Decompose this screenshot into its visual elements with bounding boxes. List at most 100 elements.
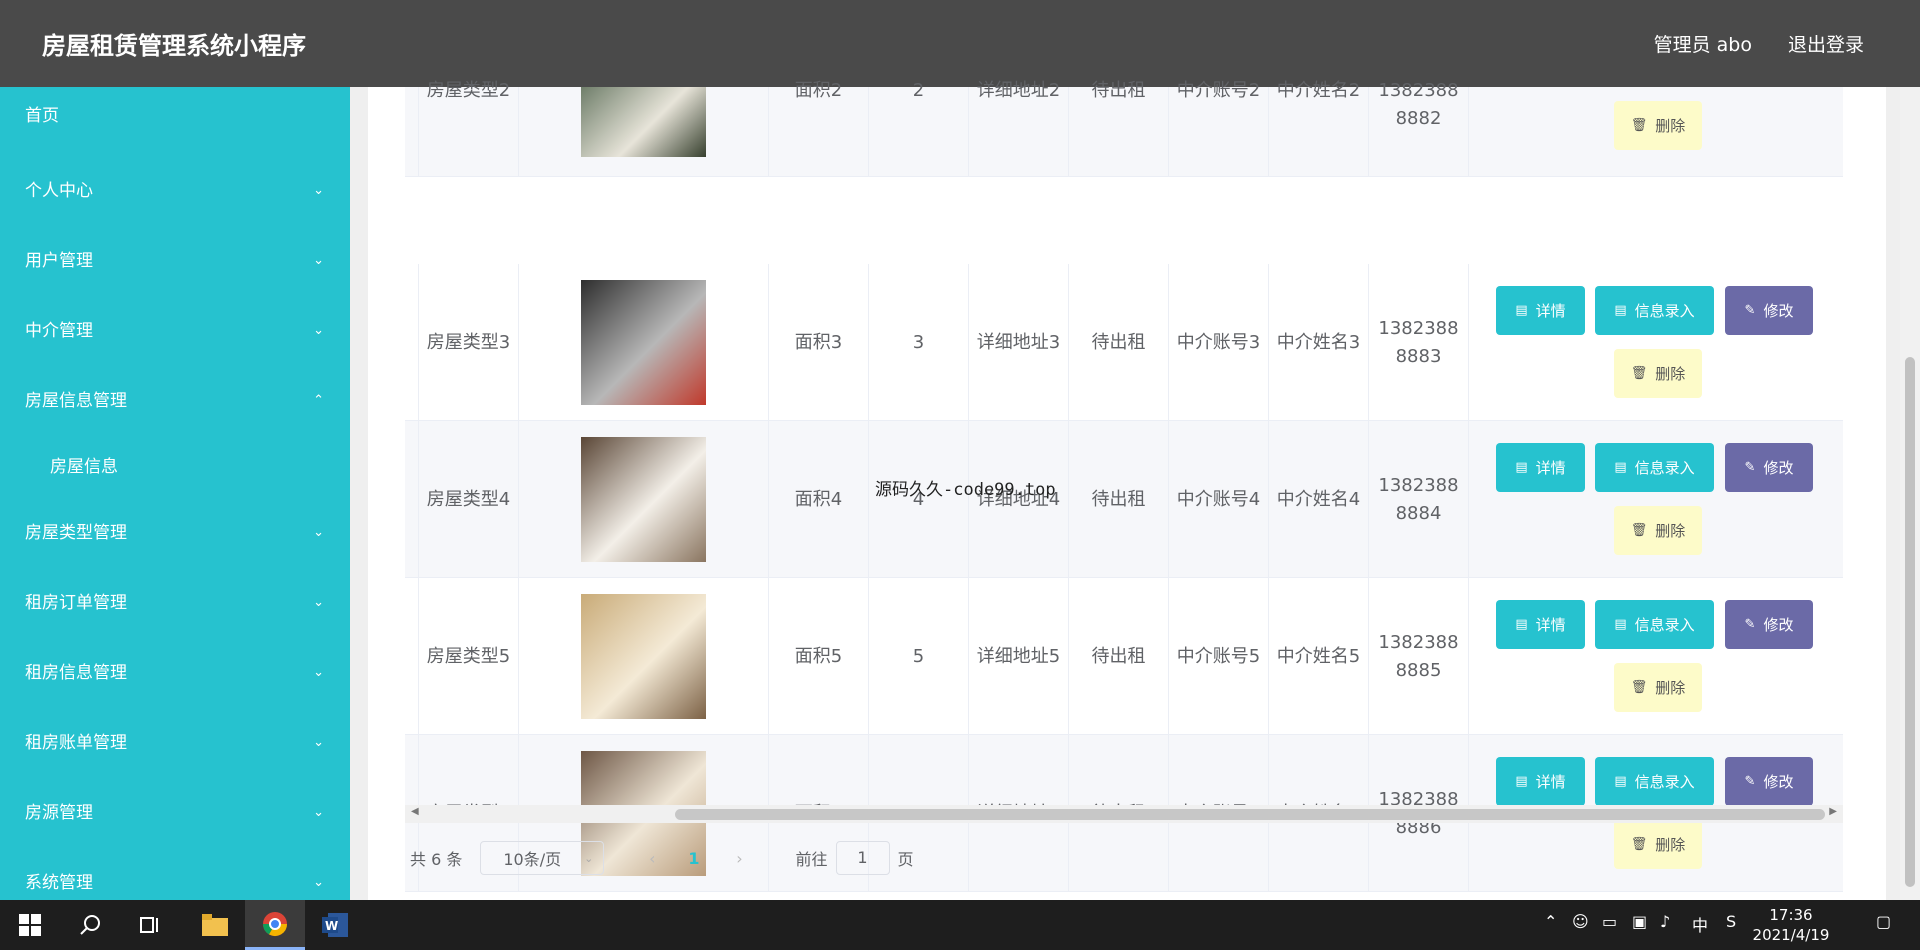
- table-cell-addr: 详细地址5: [969, 578, 1069, 735]
- windows-start-icon[interactable]: [0, 900, 60, 950]
- scroll-right-icon[interactable]: ▶: [1829, 806, 1837, 817]
- network-icon[interactable]: ▣: [1632, 912, 1647, 931]
- goto-page-input[interactable]: 1: [835, 841, 890, 875]
- cell-text: 面积5: [794, 645, 843, 667]
- cell-text: 中介姓名4: [1276, 488, 1361, 510]
- sidebar-item-rental-bill-management[interactable]: 租房账单管理 ⌄: [0, 708, 350, 778]
- sidebar-item-label: 租房信息管理: [25, 663, 127, 683]
- prev-page-button[interactable]: ‹: [640, 849, 664, 868]
- chevron-up-icon[interactable]: ⌃: [1544, 912, 1557, 931]
- table-cell-addr: 详细地址3: [969, 264, 1069, 421]
- sidebar-item-home[interactable]: 首页: [0, 87, 350, 156]
- word-icon[interactable]: W: [305, 900, 365, 950]
- cell-text: 中介姓名2: [1276, 80, 1361, 101]
- battery-icon[interactable]: ▭: [1602, 912, 1617, 931]
- delete-button[interactable]: 🗑 删除: [1614, 820, 1702, 869]
- info-entry-button[interactable]: ▤ 信息录入: [1595, 757, 1714, 806]
- volume-icon[interactable]: ♪: [1660, 912, 1670, 931]
- scroll-thumb[interactable]: [1905, 357, 1915, 887]
- logout-button[interactable]: 退出登录: [1788, 30, 1864, 57]
- sidebar-item-label: 系统管理: [25, 873, 93, 893]
- file-explorer-icon[interactable]: [185, 900, 245, 950]
- table-cell-spacer: [405, 578, 419, 735]
- current-page[interactable]: 1: [688, 849, 699, 868]
- cell-text: 13823888884: [1378, 474, 1459, 524]
- sidebar-item-label: 房屋信息: [50, 457, 118, 477]
- delete-button[interactable]: 🗑 删除: [1614, 506, 1702, 555]
- edit-button[interactable]: ✎ 修改: [1725, 443, 1813, 492]
- info-entry-button[interactable]: ▤ 信息录入: [1595, 443, 1714, 492]
- sidebar-item-rental-order-management[interactable]: 租房订单管理 ⌄: [0, 568, 350, 638]
- user-tray-icon[interactable]: ☺: [1572, 912, 1589, 931]
- info-entry-button[interactable]: ▤ 信息录入: [1595, 600, 1714, 649]
- chrome-icon[interactable]: [245, 900, 305, 950]
- trash-icon: 🗑: [1630, 117, 1648, 133]
- watermark-text: 源码久久-code99.top: [875, 480, 1056, 500]
- sidebar-item-system-management[interactable]: 系统管理 ⌄: [0, 848, 350, 900]
- detail-button[interactable]: ▤ 详情: [1496, 600, 1585, 649]
- cell-text: 房屋类型5: [426, 645, 511, 667]
- button-label: 删除: [1655, 521, 1686, 540]
- sidebar-item-house-type-management[interactable]: 房屋类型管理 ⌄: [0, 498, 350, 568]
- table-cell-status: 待出租: [1069, 80, 1169, 177]
- detail-button[interactable]: ▤ 详情: [1496, 443, 1585, 492]
- table-cell-agent-name: 中介姓名2: [1269, 80, 1369, 177]
- table-row: 房屋类型4 面积4 4 详细地址4 待出租 中介账号4 中介姓名4 13823888884 ▤ 详…: [405, 421, 1843, 578]
- sidebar-item-agent-management[interactable]: 中介管理 ⌄: [0, 296, 350, 366]
- delete-button[interactable]: 🗑 删除: [1614, 663, 1702, 712]
- sidebar-item-rental-info-management[interactable]: 租房信息管理 ⌄: [0, 638, 350, 708]
- trash-icon: 🗑: [1630, 522, 1648, 538]
- table-cell-area: 面积2: [769, 80, 869, 177]
- edit-icon: ✎: [1744, 773, 1756, 789]
- scroll-left-icon[interactable]: ◀: [411, 806, 419, 817]
- sidebar-item-house-info-management[interactable]: 房屋信息管理 ⌃: [0, 366, 350, 436]
- table-row: 房屋类型3 面积3 3 详细地址3 待出租 中介账号3 中介姓名3 13823888883 ▤ 详…: [405, 264, 1843, 421]
- info-entry-button[interactable]: ▤ 信息录入: [1595, 286, 1714, 335]
- scroll-thumb[interactable]: [675, 809, 1825, 820]
- operations-cell: ▤ 详情 ▤ 信息录入 ✎ 修改 🗑 删除: [1469, 264, 1843, 421]
- cell-text: 详细地址3: [976, 331, 1061, 353]
- detail-button[interactable]: ▤ 详情: [1496, 757, 1585, 806]
- sidebar-item-label: 房源管理: [25, 803, 93, 823]
- document-icon: ▤: [1614, 773, 1627, 789]
- clock-time: 17:36: [1769, 906, 1813, 924]
- house-image-cell: [519, 421, 769, 578]
- horizontal-scrollbar[interactable]: ◀ ▶: [405, 805, 1843, 823]
- next-page-button[interactable]: ›: [728, 849, 752, 868]
- vertical-scrollbar[interactable]: [1900, 87, 1920, 900]
- edit-button[interactable]: ✎ 修改: [1725, 600, 1813, 649]
- sidebar-item-personal-center[interactable]: 个人中心 ⌄: [0, 156, 350, 226]
- sidebar-item-user-management[interactable]: 用户管理 ⌄: [0, 226, 350, 296]
- delete-button[interactable]: 🗑 删除: [1614, 349, 1702, 398]
- delete-button[interactable]: 🗑 删除: [1614, 101, 1702, 150]
- edit-icon: ✎: [1744, 459, 1756, 475]
- cell-text: 待出租: [1091, 488, 1146, 510]
- sidebar-item-house-info[interactable]: 房屋信息: [0, 436, 350, 498]
- trash-icon: 🗑: [1630, 365, 1648, 381]
- detail-button[interactable]: ▤ 详情: [1496, 286, 1585, 335]
- house-photo: [581, 280, 706, 405]
- task-view-icon[interactable]: [120, 900, 180, 950]
- top-header: 房屋租赁管理系统小程序 管理员 abo 退出登录: [0, 0, 1920, 87]
- table-cell-type: 房屋类型3: [419, 264, 519, 421]
- page-size-select[interactable]: 10条/页 ⌄: [480, 841, 605, 875]
- edit-button[interactable]: ✎ 修改: [1725, 757, 1813, 806]
- chevron-down-icon: ⌄: [313, 183, 324, 198]
- ime-indicator[interactable]: 中: [1692, 912, 1708, 936]
- app-tray-icon[interactable]: S: [1726, 912, 1736, 931]
- edit-icon: ✎: [1744, 302, 1756, 318]
- house-photo: [581, 437, 706, 562]
- edit-button[interactable]: ✎ 修改: [1725, 286, 1813, 335]
- sidebar-item-listing-management[interactable]: 房源管理 ⌄: [0, 778, 350, 848]
- system-clock[interactable]: 17:36 2021/4/19: [1746, 905, 1836, 945]
- table-cell-status: 待出租: [1069, 578, 1169, 735]
- table-cell-agent-name: 中介姓名3: [1269, 264, 1369, 421]
- current-user: 管理员 abo: [1653, 34, 1752, 56]
- cell-text: 2: [912, 80, 925, 101]
- button-label: 修改: [1763, 772, 1794, 791]
- cell-text: 房屋类型3: [426, 331, 511, 353]
- sidebar-item-label: 租房订单管理: [25, 593, 127, 613]
- search-icon[interactable]: [60, 900, 120, 950]
- table-cell-status: 待出租: [1069, 264, 1169, 421]
- notification-icon[interactable]: ▢: [1876, 912, 1891, 931]
